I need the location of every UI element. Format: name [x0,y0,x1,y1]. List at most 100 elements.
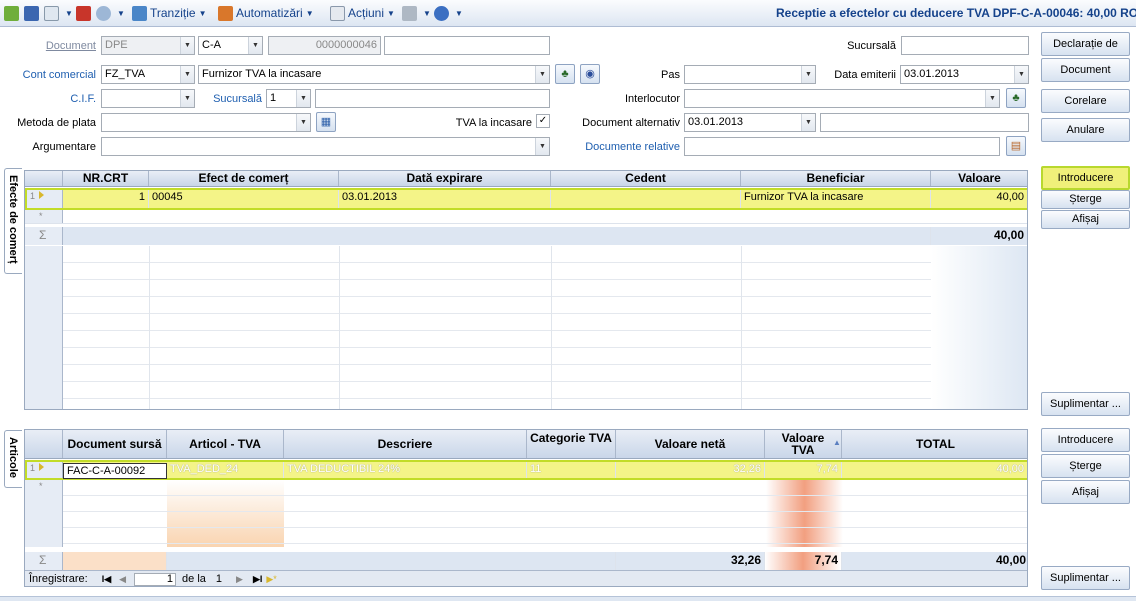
cell-valoare-neta[interactable]: 32,26 [616,462,765,478]
cif-field[interactable]: ▼ [101,89,195,108]
cell-beneficiar[interactable]: Furnizor TVA la incasare [741,190,931,208]
cont-comercial-name-field[interactable]: Furnizor TVA la incasare ▼ [198,65,550,84]
sucursala2-field[interactable]: 1 ▼ [266,89,311,108]
cell-data-expirare[interactable]: 03.01.2013 [339,190,551,208]
cif-label[interactable]: C.I.F. [30,93,96,105]
sucursala-field[interactable] [901,36,1029,55]
nav-of-label: de la [182,573,206,585]
sterge-button-1[interactable]: Șterge [1041,190,1130,209]
sort-ascending-icon: ▲ [833,438,841,447]
partner-details-icon[interactable]: ◉ [580,64,600,84]
table-row[interactable]: 1 1 00045 03.01.2013 Furnizor TVA la inc… [25,188,1027,210]
col-articol-tva[interactable]: Articol - TVA [167,430,284,458]
cell-articol-tva[interactable]: TVA_DED_24 [167,462,284,478]
sigma-icon: Σ [25,552,63,570]
col-beneficiar[interactable]: Beneficiar [741,171,931,186]
tab-articole[interactable]: Articole [4,430,22,488]
pas-field[interactable]: ▼ [684,65,816,84]
cont-comercial-code-field[interactable]: FZ_TVA ▼ [101,65,195,84]
print-icon[interactable]: ▼ [402,4,431,22]
documents-list-icon[interactable]: ▤ [1006,136,1026,156]
sum-valoare-neta: 32,26 [616,552,765,570]
table-row[interactable]: 1 FAC-C-A-00092 TVA_DED_24 TVA DEDUCTIBI… [25,460,1027,480]
col-data-expirare[interactable]: Dată expirare [339,171,551,186]
cell-valoare[interactable]: 40,00 [931,190,1027,208]
cell-valoare-tva[interactable]: 7,74 [765,462,842,478]
document-series-field[interactable]: C-A ▼ [198,36,263,55]
tab-efecte-de-comert[interactable]: Efecte de comerț [4,168,22,274]
col-valoare[interactable]: Valoare [931,171,1027,186]
metoda-plata-field[interactable]: ▼ [101,113,311,132]
document-number-field[interactable]: 0000000046 [268,36,381,55]
corelare-button[interactable]: Corelare [1041,89,1130,113]
introducere-button-2[interactable]: Introducere [1041,428,1130,452]
doc-alternativ-field[interactable] [820,113,1029,132]
record-number-field[interactable]: 1 [134,572,177,586]
automatizari-menu[interactable]: Automatizări ▼ [218,4,314,22]
col-valoare-neta[interactable]: Valoare netă [616,430,765,458]
introducere-button-1[interactable]: Introducere [1041,166,1130,190]
col-total[interactable]: TOTAL [842,430,1027,458]
suplimentar-button-1[interactable]: Suplimentar ... [1041,392,1130,416]
sterge-button-2[interactable]: Șterge [1041,454,1130,478]
sucursala2-name-field[interactable] [315,89,550,108]
documente-relative-label[interactable]: Documente relative [560,141,680,153]
tranzitie-menu[interactable]: Tranziție ▼ [132,4,207,22]
col-valoare-tva[interactable]: Valoare TVA [765,430,842,458]
document-extra-field[interactable] [384,36,550,55]
argumentare-field[interactable]: ▼ [101,137,550,156]
col-document-sursa[interactable]: Document sursă [63,430,167,458]
delete-document-icon[interactable] [76,4,94,22]
col-nr-crt[interactable]: NR.CRT [63,171,149,186]
document-label[interactable]: Document [30,40,96,52]
cell-descriere[interactable]: TVA DEDUCTIBIL 24% [284,462,527,478]
last-record-icon[interactable]: ▶I [253,574,262,585]
document-button[interactable]: Document [1041,58,1130,82]
calculator-icon[interactable]: ▦ [316,112,336,132]
status-bar [0,596,1136,601]
documente-relative-field[interactable] [684,137,1000,156]
cell-nr-crt[interactable]: 1 [63,190,149,208]
next-record-icon[interactable]: ▶ [236,574,243,585]
save-icon[interactable] [24,4,42,22]
help-icon[interactable]: ▼ [434,4,463,22]
doc-alternativ-date-field[interactable]: 03.01.2013 ▼ [684,113,816,132]
new-document-icon[interactable]: ▼ [44,4,73,22]
cell-categorie-tva[interactable]: 11 [527,462,616,478]
cell-document-sursa[interactable]: FAC-C-A-00092 [63,463,167,479]
new-row[interactable]: * [25,480,63,495]
cell-cedent[interactable] [551,190,741,208]
add-partner-icon[interactable]: ♣ [555,64,575,84]
data-emiterii-field[interactable]: 03.01.2013 ▼ [900,65,1029,84]
pas-label: Pas [661,69,680,81]
tva-incasare-label: TVA la incasare [455,117,532,129]
edit-icon[interactable] [4,4,22,22]
afisaj-button-1[interactable]: Afișaj [1041,210,1130,229]
interlocutor-field[interactable]: ▼ [684,89,1000,108]
actiuni-menu[interactable]: Acțiuni ▼ [330,4,395,22]
prev-record-icon[interactable]: ◀ [119,574,126,585]
col-categorie-tva[interactable]: Categorie TVA [527,430,616,458]
cont-comercial-label[interactable]: Cont comercial [8,69,96,81]
col-cedent[interactable]: Cedent [551,171,741,186]
col-descriere[interactable]: Descriere [284,430,527,458]
sucursala2-label[interactable]: Sucursală [200,93,262,105]
document-type-field[interactable]: DPE ▼ [101,36,195,55]
declaratie-button[interactable]: Declarație de [1041,32,1130,56]
nav-label: Înregistrare: [29,573,88,585]
tva-incasare-checkbox[interactable]: ✓ [536,114,550,128]
search-icon[interactable]: ▼ [96,4,125,22]
toolbar: ▼ ▼ Tranziție ▼ Automatizări ▼ Acțiuni ▼ ▼ … [0,0,1136,27]
new-row[interactable]: * [25,210,1027,224]
afisaj-button-2[interactable]: Afișaj [1041,480,1130,504]
add-interlocutor-icon[interactable]: ♣ [1006,88,1026,108]
col-efect-de-comert[interactable]: Efect de comerț [149,171,339,186]
anulare-button[interactable]: Anulare [1041,118,1130,142]
first-record-icon[interactable]: I◀ [102,574,111,585]
cell-total[interactable]: 40,00 [842,462,1027,478]
cell-efect[interactable]: 00045 [149,190,339,208]
current-row-icon [39,463,45,471]
suplimentar-button-2[interactable]: Suplimentar ... [1041,566,1130,590]
argumentare-label: Argumentare [32,141,96,153]
new-record-icon[interactable]: ▶* [266,574,276,585]
